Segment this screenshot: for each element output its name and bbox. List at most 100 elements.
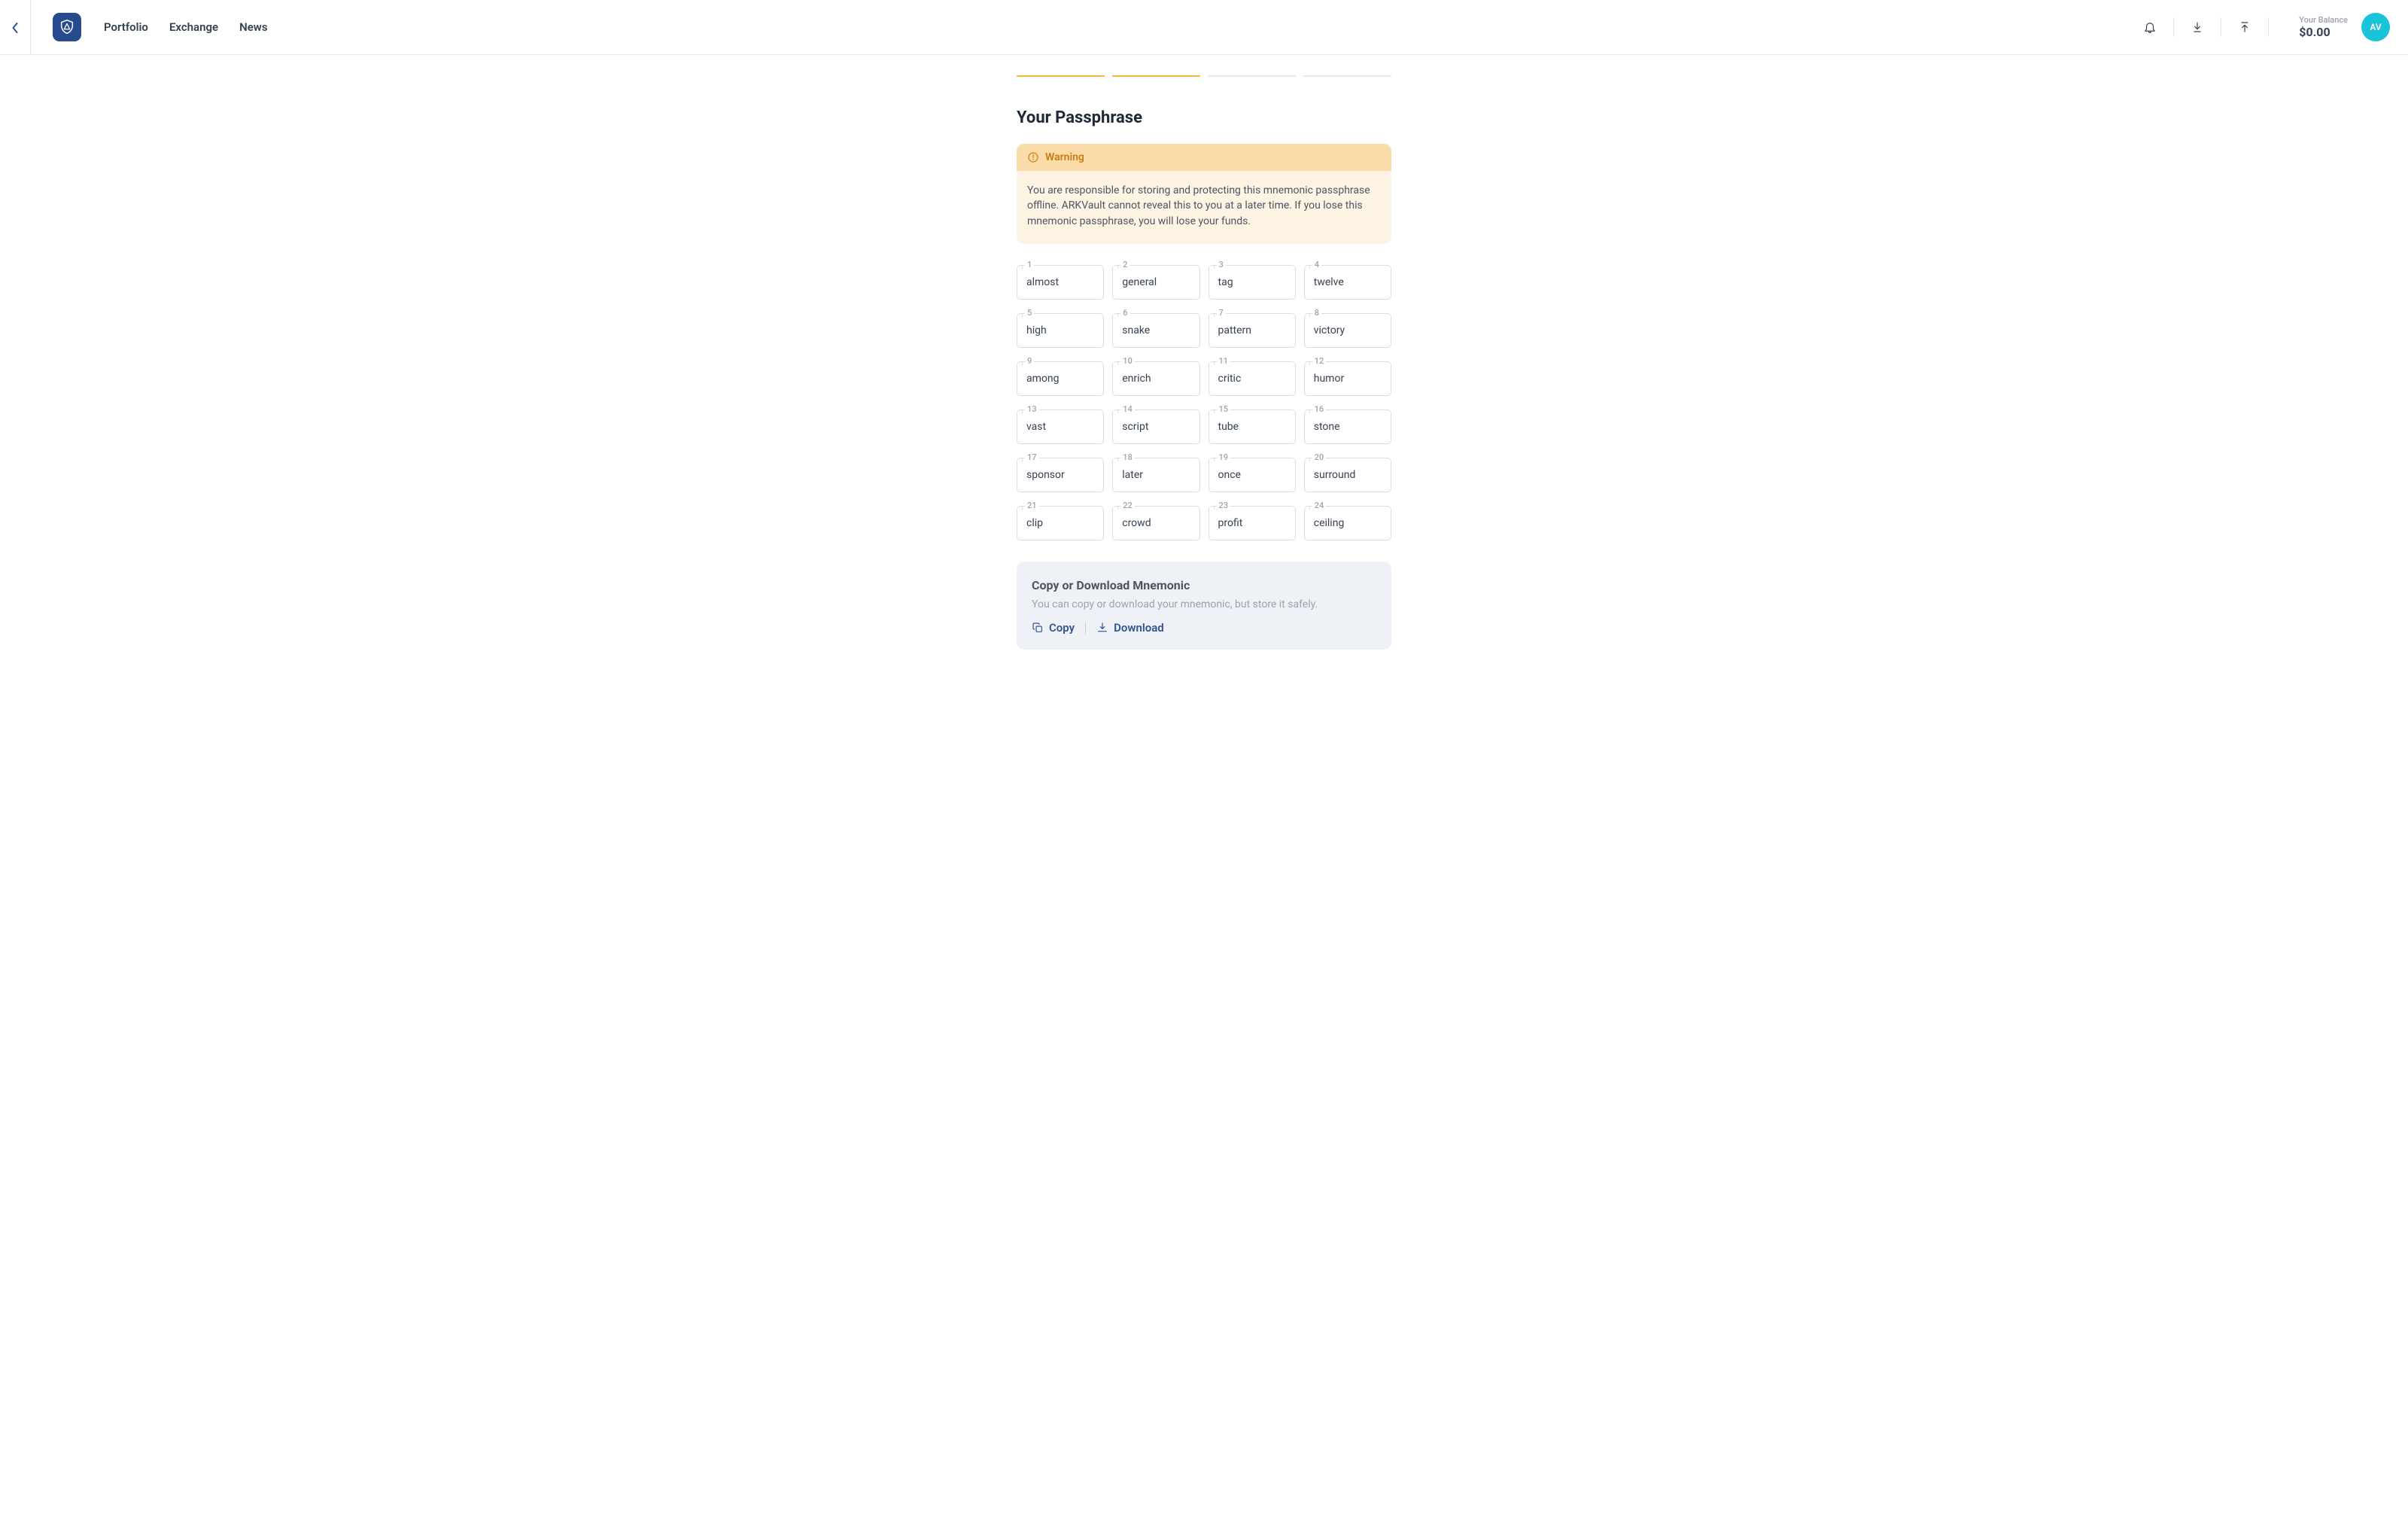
mnemonic-word: 4twelve [1304,265,1391,300]
mnemonic-word-index: 6 [1120,308,1130,318]
mnemonic-word-text: tag [1218,276,1233,288]
word-tick [1117,265,1118,269]
copy-panel-desc: You can copy or download your mnemonic, … [1032,598,1376,610]
mnemonic-word-index: 13 [1025,404,1039,414]
mnemonic-word-index: 22 [1120,501,1135,510]
word-tick [1117,409,1118,413]
mnemonic-word-text: high [1026,324,1047,336]
word-tick [1022,361,1023,365]
mnemonic-grid: 1almost2general3tag4twelve5high6snake7pa… [1017,265,1391,540]
mnemonic-word-index: 9 [1025,356,1034,366]
mnemonic-word: 8victory [1304,313,1391,348]
shield-icon [59,19,75,35]
mnemonic-word: 3tag [1209,265,1296,300]
word-tick [1309,458,1310,461]
word-tick [1022,313,1023,317]
mnemonic-word: 16stone [1304,409,1391,444]
mnemonic-word-index: 24 [1312,501,1327,510]
mnemonic-word-text: tube [1218,421,1239,433]
download-button[interactable]: Download [1096,621,1164,635]
word-tick [1117,506,1118,510]
mnemonic-word: 19once [1209,458,1296,492]
mnemonic-word-text: enrich [1122,373,1151,385]
mnemonic-word: 17sponsor [1017,458,1104,492]
mnemonic-word-text: general [1122,276,1157,288]
copy-button[interactable]: Copy [1032,621,1075,635]
notifications-button[interactable] [2142,19,2158,35]
mnemonic-word-text: surround [1314,469,1356,481]
chevron-left-icon [11,23,19,33]
mnemonic-word-index: 18 [1120,452,1135,462]
mnemonic-word-text: sponsor [1026,469,1065,481]
mnemonic-word: 11critic [1209,361,1296,396]
arrow-up-icon [2239,20,2251,34]
progress-segment [1017,75,1105,77]
mnemonic-word-text: among [1026,373,1059,385]
mnemonic-word-text: profit [1218,517,1243,529]
mnemonic-word: 22crowd [1112,506,1199,540]
app-logo[interactable] [53,13,81,41]
mnemonic-word: 5high [1017,313,1104,348]
mnemonic-word-text: once [1218,469,1241,481]
mnemonic-word-index: 20 [1312,452,1327,462]
mnemonic-word-index: 11 [1217,356,1231,366]
word-tick [1214,313,1215,317]
word-tick [1309,265,1310,269]
word-tick [1117,361,1118,365]
mnemonic-word-text: crowd [1122,517,1151,529]
mnemonic-word: 20surround [1304,458,1391,492]
progress-bar [1017,75,1391,77]
mnemonic-word: 13vast [1017,409,1104,444]
balance-label: Your Balance [2299,15,2348,25]
send-button[interactable] [2236,19,2253,35]
mnemonic-word-text: stone [1314,421,1340,433]
mnemonic-word-text: twelve [1314,276,1344,288]
mnemonic-word-index: 12 [1312,356,1327,366]
divider [2268,17,2269,37]
avatar[interactable]: AV [2361,13,2390,41]
word-tick [1214,458,1215,461]
nav-links: Portfolio Exchange News [104,20,268,34]
download-icon [1096,622,1108,634]
top-icons: Your Balance $0.00 AV [2142,13,2390,41]
word-tick [1214,506,1215,510]
mnemonic-word-text: vast [1026,421,1046,433]
progress-segment [1208,75,1296,77]
nav-portfolio[interactable]: Portfolio [104,20,148,34]
mnemonic-word: 12humor [1304,361,1391,396]
progress-segment [1303,75,1391,77]
divider [1085,622,1086,634]
mnemonic-word-text: snake [1122,324,1150,336]
mnemonic-word-text: critic [1218,373,1242,385]
mnemonic-word: 9among [1017,361,1104,396]
mnemonic-word-text: almost [1026,276,1059,288]
mnemonic-word-index: 5 [1025,308,1034,318]
mnemonic-word-index: 7 [1217,308,1226,318]
copy-download-panel: Copy or Download Mnemonic You can copy o… [1017,562,1391,650]
copy-icon [1032,622,1044,634]
word-tick [1117,313,1118,317]
mnemonic-word-text: ceiling [1314,517,1345,529]
content: Your Passphrase Warning You are responsi… [1017,55,1391,680]
mnemonic-word-index: 10 [1120,356,1135,366]
mnemonic-word-text: clip [1026,517,1043,529]
mnemonic-word: 24ceiling [1304,506,1391,540]
warning-label: Warning [1045,151,1084,163]
mnemonic-word-index: 3 [1217,260,1226,269]
mnemonic-word-index: 23 [1217,501,1231,510]
mnemonic-word-index: 15 [1217,404,1231,414]
download-label: Download [1114,621,1164,635]
word-tick [1309,313,1310,317]
mnemonic-word: 14script [1112,409,1199,444]
nav-exchange[interactable]: Exchange [169,20,218,34]
back-button[interactable] [0,0,31,55]
balance-block: Your Balance $0.00 [2299,15,2348,39]
nav-news[interactable]: News [239,20,267,34]
warning-icon [1027,151,1039,163]
receive-button[interactable] [2189,19,2206,35]
word-tick [1022,458,1023,461]
mnemonic-word-index: 17 [1025,452,1039,462]
balance-value: $0.00 [2299,25,2348,39]
mnemonic-word-index: 2 [1120,260,1130,269]
mnemonic-word-index: 19 [1217,452,1231,462]
